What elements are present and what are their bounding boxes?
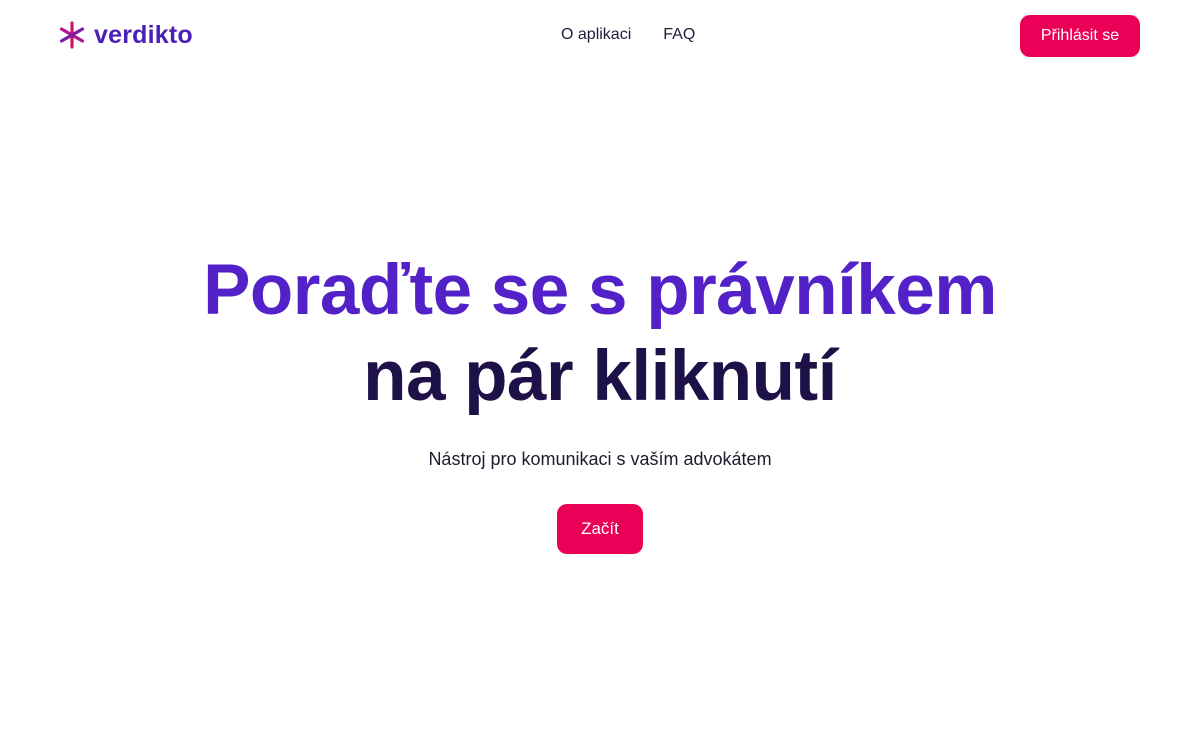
main-nav: O aplikaci FAQ bbox=[561, 25, 695, 45]
nav-link-faq[interactable]: FAQ bbox=[663, 25, 695, 45]
hero-subtitle: Nástroj pro komunikaci s vaším advokátem bbox=[428, 449, 772, 469]
landing-page: verdikto O aplikaci FAQ Přihlásit se Por… bbox=[0, 0, 1200, 750]
hero-title-line-1: Poraďte se s právníkem bbox=[203, 251, 997, 330]
hero-title-line-2: na pár kliknutí bbox=[363, 337, 837, 416]
asterisk-logo-icon bbox=[59, 21, 85, 49]
top-header: verdikto O aplikaci FAQ Přihlásit se bbox=[0, 0, 1200, 72]
start-button[interactable]: Začít bbox=[557, 504, 643, 554]
login-button[interactable]: Přihlásit se bbox=[1020, 15, 1140, 57]
hero-title: Poraďte se s právníkem na pár kliknutí bbox=[0, 248, 1200, 420]
logo-text: verdikto bbox=[94, 21, 193, 49]
logo-link[interactable]: verdikto bbox=[59, 21, 193, 49]
nav-link-about[interactable]: O aplikaci bbox=[561, 25, 631, 45]
